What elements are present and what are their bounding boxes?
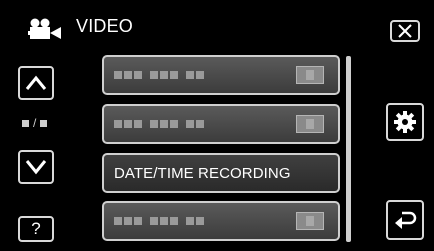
back-button[interactable] — [386, 200, 424, 240]
menu-item-label: DATE/TIME RECORDING — [114, 164, 291, 182]
setting-value-indicator — [296, 212, 324, 230]
menu-item-date-time-recording[interactable]: DATE/TIME RECORDING — [102, 153, 340, 193]
menu-item-1[interactable] — [102, 55, 340, 95]
return-icon — [395, 211, 417, 229]
obscured-label — [114, 71, 212, 79]
scrollbar[interactable] — [346, 56, 351, 242]
video-camera-icon — [28, 18, 62, 40]
setting-value-indicator — [296, 115, 324, 133]
setting-value-indicator — [296, 66, 324, 84]
page-indicator-separator: / — [33, 116, 37, 130]
help-button[interactable]: ? — [18, 216, 54, 242]
chevron-up-icon — [25, 75, 47, 90]
settings-button[interactable] — [386, 103, 424, 141]
menu-item-2[interactable] — [102, 104, 340, 144]
scroll-up-button[interactable] — [18, 66, 54, 100]
menu-item-4[interactable] — [102, 201, 340, 241]
gear-icon — [394, 111, 416, 133]
close-button[interactable] — [390, 20, 420, 42]
help-label: ? — [31, 219, 41, 238]
close-icon — [398, 24, 412, 38]
scroll-down-button[interactable] — [18, 150, 54, 184]
page-indicator-total — [40, 119, 48, 127]
chevron-down-icon — [25, 160, 47, 175]
page-indicator: / — [22, 116, 48, 130]
obscured-label — [114, 120, 212, 128]
obscured-label — [114, 217, 212, 225]
page-indicator-current — [22, 119, 29, 127]
page-title: VIDEO — [76, 16, 134, 36]
